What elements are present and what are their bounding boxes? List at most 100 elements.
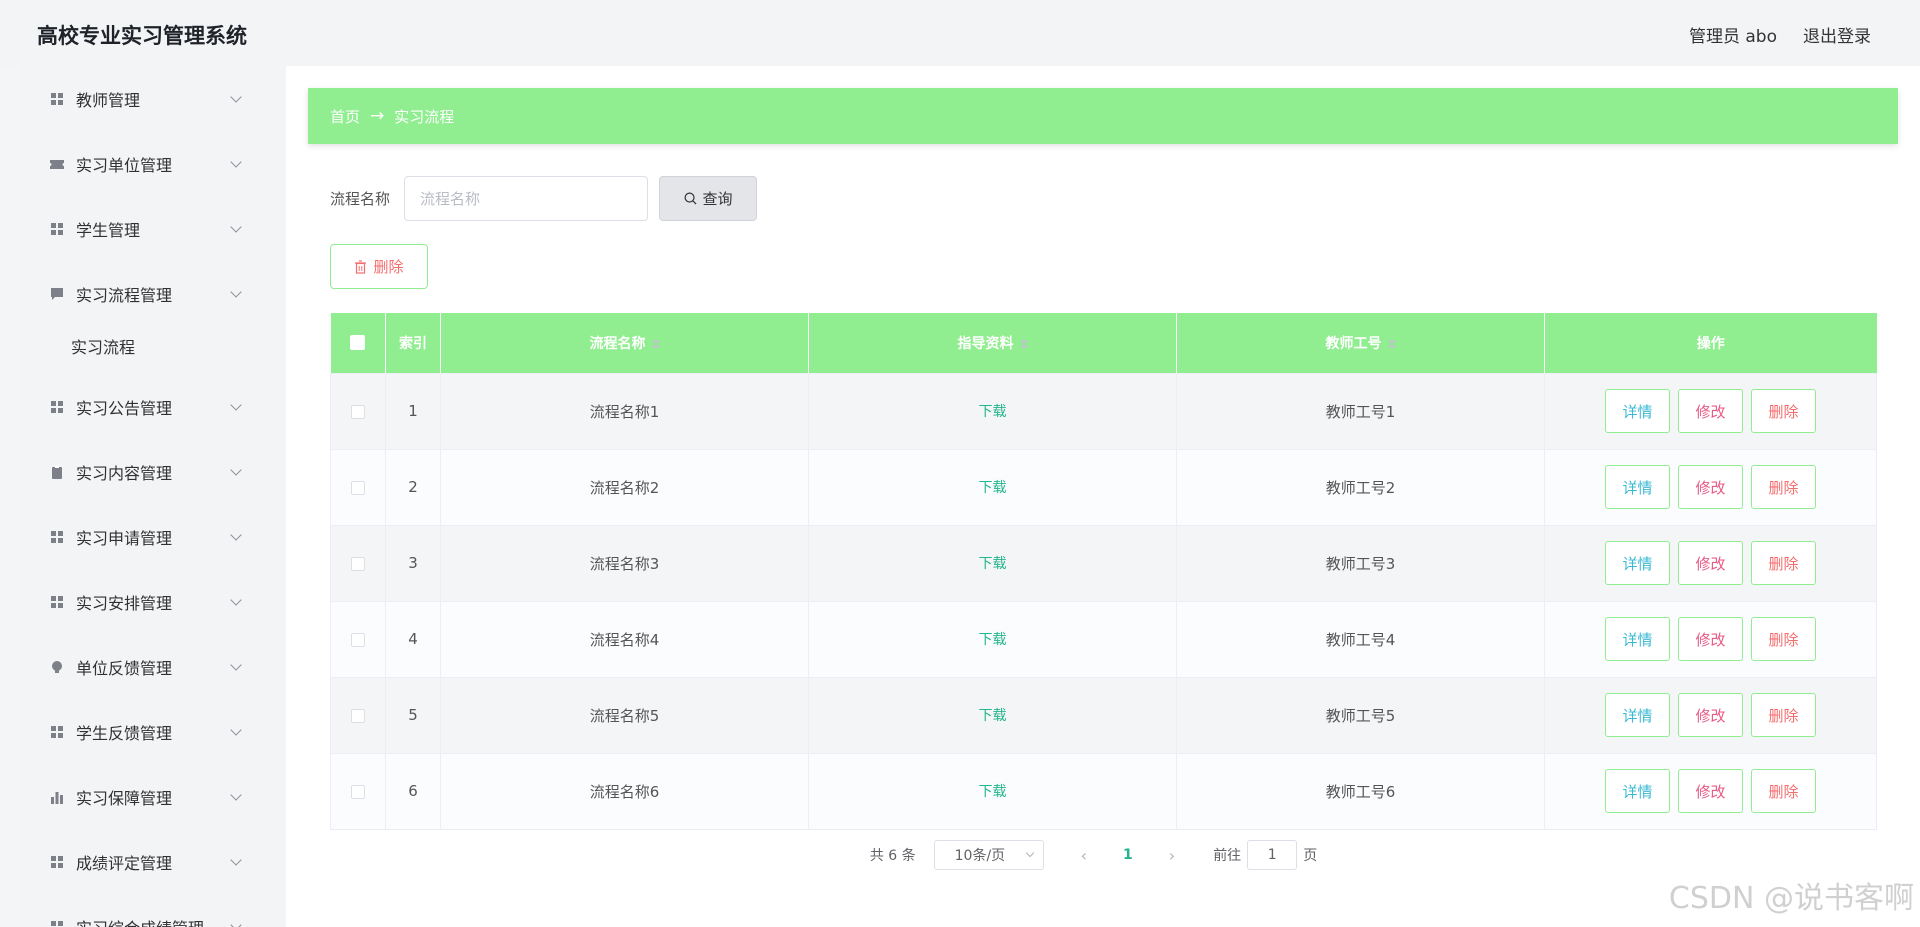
row-index: 1: [385, 373, 441, 450]
sidebar-item[interactable]: 实习公告管理: [19, 374, 286, 439]
next-page-button[interactable]: ›: [1169, 846, 1175, 865]
sidebar-item[interactable]: 成绩评定管理: [19, 829, 286, 894]
sort-icon[interactable]: [1387, 338, 1396, 349]
edit-button[interactable]: 修改: [1678, 693, 1743, 737]
sidebar-item[interactable]: 实习保障管理: [19, 764, 286, 829]
sidebar-subitem[interactable]: 实习流程: [19, 322, 286, 370]
goto-page-input[interactable]: [1247, 840, 1298, 870]
edit-button[interactable]: 修改: [1678, 617, 1743, 661]
chevron-down-icon: [230, 724, 242, 736]
delete-button[interactable]: 删除: [1751, 465, 1816, 509]
column-header-material[interactable]: 指导资料: [808, 313, 1177, 374]
row-checkbox[interactable]: [351, 404, 365, 419]
goto-page: 前往 页: [1213, 840, 1317, 870]
column-header-name[interactable]: 流程名称: [440, 313, 809, 374]
row-checkbox[interactable]: [351, 480, 365, 495]
breadcrumb-home[interactable]: 首页: [330, 106, 360, 127]
download-link[interactable]: 下载: [979, 784, 1007, 800]
delete-button[interactable]: 删除: [1751, 693, 1816, 737]
row-name: 流程名称3: [440, 525, 809, 602]
detail-button[interactable]: 详情: [1605, 389, 1670, 433]
row-teacher-id: 教师工号4: [1176, 601, 1545, 678]
edit-button[interactable]: 修改: [1678, 769, 1743, 813]
search-bar: 流程名称 查询: [330, 176, 758, 221]
row-checkbox[interactable]: [351, 556, 365, 571]
sidebar-item-label: 实习保障管理: [76, 788, 173, 808]
detail-button[interactable]: 详情: [1605, 465, 1670, 509]
search-button[interactable]: 查询: [659, 176, 758, 221]
select-all-checkbox[interactable]: [350, 335, 366, 351]
data-table: 索引 流程名称 指导资料 教师工号 操作 1 流程名称1 下载 教师工号1 详情 修改 删除…: [330, 313, 1877, 830]
row-name: 流程名称4: [440, 601, 809, 678]
row-index: 6: [385, 753, 441, 830]
row-checkbox[interactable]: [351, 632, 365, 647]
sidebar-item[interactable]: 实习内容管理: [19, 439, 286, 504]
detail-button[interactable]: 详情: [1605, 541, 1670, 585]
detail-button[interactable]: 详情: [1605, 693, 1670, 737]
row-name: 流程名称6: [440, 753, 809, 830]
row-select-cell: [330, 373, 386, 450]
sidebar-item[interactable]: 实习流程管理: [19, 261, 286, 326]
column-header-teacher-id[interactable]: 教师工号: [1176, 313, 1545, 374]
row-select-cell: [330, 449, 386, 526]
grid-icon: [50, 530, 64, 544]
column-header-actions: 操作: [1544, 313, 1877, 374]
edit-button[interactable]: 修改: [1678, 465, 1743, 509]
row-index: 3: [385, 525, 441, 602]
sidebar-item-label: 实习内容管理: [76, 463, 173, 483]
row-material-cell: 下载: [808, 601, 1177, 678]
detail-button[interactable]: 详情: [1605, 769, 1670, 813]
row-index: 2: [385, 449, 441, 526]
delete-button[interactable]: 删除: [1751, 389, 1816, 433]
detail-button[interactable]: 详情: [1605, 617, 1670, 661]
sidebar-item[interactable]: 实习申请管理: [19, 504, 286, 569]
sidebar-item-label: 成绩评定管理: [76, 853, 173, 873]
table-row: 3 流程名称3 下载 教师工号3 详情 修改 删除: [330, 525, 1877, 602]
download-link[interactable]: 下载: [979, 480, 1007, 496]
sidebar-item[interactable]: 学生反馈管理: [19, 699, 286, 764]
sidebar-item[interactable]: 实习安排管理: [19, 569, 286, 634]
sort-icon[interactable]: [1019, 338, 1028, 349]
download-link[interactable]: 下载: [979, 404, 1007, 420]
user-label[interactable]: 管理员 abo: [1689, 22, 1777, 47]
download-link[interactable]: 下载: [979, 708, 1007, 724]
grid-icon: [50, 855, 64, 869]
delete-button[interactable]: 删除: [1751, 769, 1816, 813]
search-input[interactable]: [404, 176, 649, 221]
search-icon: [684, 192, 696, 205]
page-number-current[interactable]: 1: [1123, 847, 1133, 863]
batch-delete-button[interactable]: 删除: [330, 244, 428, 289]
download-link[interactable]: 下载: [979, 556, 1007, 572]
row-checkbox[interactable]: [351, 708, 365, 723]
sidebar-item[interactable]: 教师管理: [19, 66, 286, 131]
row-checkbox[interactable]: [351, 784, 365, 799]
edit-button[interactable]: 修改: [1678, 389, 1743, 433]
delete-button[interactable]: 删除: [1751, 617, 1816, 661]
table-row: 1 流程名称1 下载 教师工号1 详情 修改 删除: [330, 373, 1877, 450]
edit-button[interactable]: 修改: [1678, 541, 1743, 585]
row-teacher-id: 教师工号1: [1176, 373, 1545, 450]
sidebar-item[interactable]: 学生管理: [19, 196, 286, 261]
ticket-icon: [50, 157, 64, 171]
row-material-cell: 下载: [808, 449, 1177, 526]
prev-page-button[interactable]: ‹: [1081, 846, 1087, 865]
select-all-cell: [330, 313, 386, 374]
grid-icon: [50, 92, 64, 106]
sidebar-item[interactable]: 实习综合成绩管理: [19, 894, 286, 927]
logout-link[interactable]: 退出登录: [1803, 22, 1871, 47]
chevron-down-icon: [230, 221, 242, 233]
row-material-cell: 下载: [808, 525, 1177, 602]
row-material-cell: 下载: [808, 677, 1177, 754]
sidebar-item[interactable]: 单位反馈管理: [19, 634, 286, 699]
delete-button[interactable]: 删除: [1751, 541, 1816, 585]
page-size-select[interactable]: 10条/页: [933, 840, 1044, 870]
batch-delete-label: 删除: [373, 258, 404, 276]
grid-icon: [50, 595, 64, 609]
row-name: 流程名称5: [440, 677, 809, 754]
sidebar-item-label: 实习申请管理: [76, 528, 173, 548]
sort-icon[interactable]: [651, 338, 660, 349]
sidebar-item[interactable]: 实习单位管理: [19, 131, 286, 196]
download-link[interactable]: 下载: [979, 632, 1007, 648]
row-material-cell: 下载: [808, 753, 1177, 830]
sidebar-item-label: 实习单位管理: [76, 155, 173, 175]
